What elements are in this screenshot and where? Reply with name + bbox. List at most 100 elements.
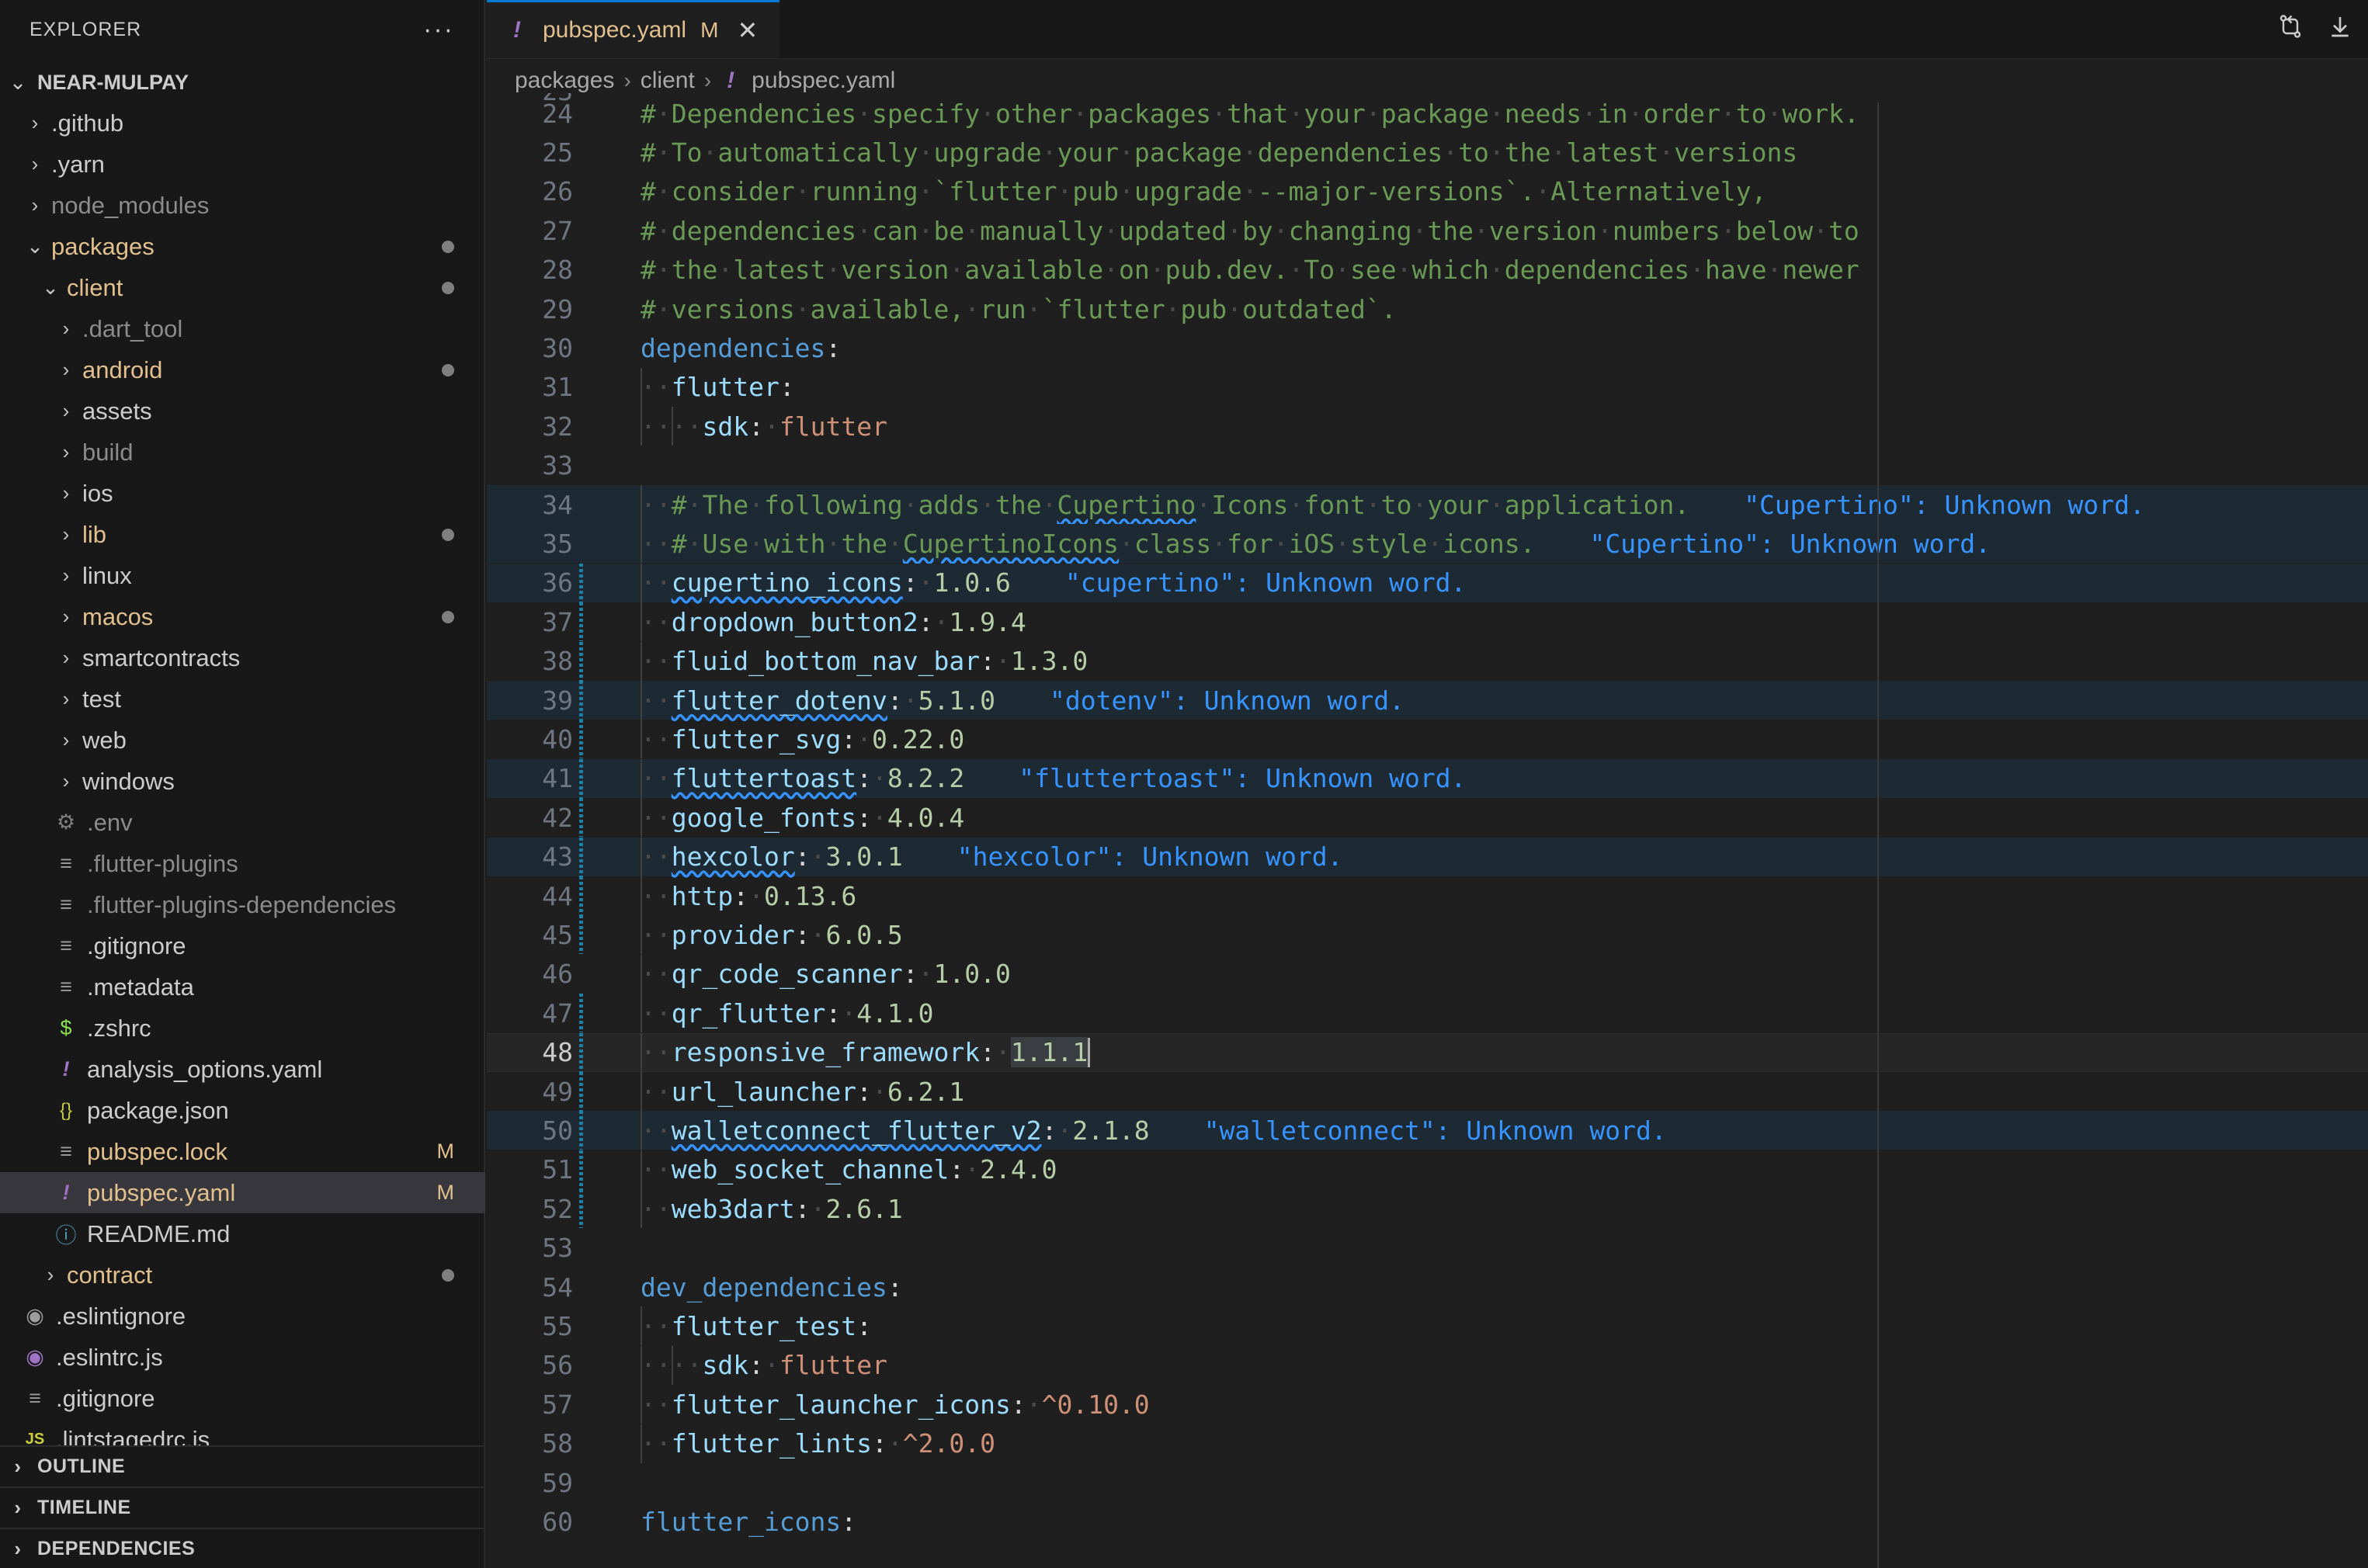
- code-line[interactable]: 37 ·· dropdown_button2: · 1.9.4: [487, 602, 2368, 642]
- tree-item[interactable]: › node_modules: [0, 185, 485, 226]
- code-line[interactable]: 27 # · dependencies · can · be · manually · updated…: [487, 211, 2368, 250]
- line-number: 40: [542, 723, 573, 755]
- indent-dots: ··: [641, 802, 672, 833]
- breadcrumb-item[interactable]: packages: [515, 68, 614, 94]
- code-line[interactable]: 38 ·· fluid_bottom_nav_bar: · 1.3.0: [487, 641, 2368, 681]
- tree-item[interactable]: › windows: [0, 761, 485, 802]
- tree-item[interactable]: › lib: [0, 514, 485, 555]
- code-line[interactable]: 59: [487, 1463, 2368, 1502]
- indent-dots: ··: [641, 1193, 672, 1224]
- tree-item[interactable]: ⌄ client: [0, 267, 485, 308]
- tree-item[interactable]: › macos: [0, 596, 485, 637]
- tree-item[interactable]: JS .lintstagedrc.js: [0, 1419, 485, 1446]
- code-line[interactable]: 43 ·· hexcolor: · 3.0.1 "hexcolor": Unknown w…: [487, 837, 2368, 876]
- code-line[interactable]: 54 dev_dependencies:: [487, 1268, 2368, 1306]
- code-token: following: [763, 489, 903, 520]
- tree-item[interactable]: ≡ .gitignore: [0, 925, 485, 966]
- tree-item[interactable]: {} package.json: [0, 1090, 485, 1131]
- explorer-sidebar: EXPLORER ··· ⌄ NEAR-MULPAY › .github › .yar…: [0, 0, 485, 1568]
- code-line[interactable]: 26 # · consider · running · `flutter · pub · upgrad…: [487, 172, 2368, 211]
- gutter: [573, 1150, 590, 1189]
- code-line[interactable]: 47 ·· qr_flutter: · 4.1.0: [487, 994, 2368, 1033]
- tree-item[interactable]: ⓘ README.md: [0, 1213, 485, 1254]
- code-token: To: [671, 137, 703, 168]
- gear-icon: ⚙: [56, 810, 76, 834]
- tree-item[interactable]: ≡ pubspec.lock M: [0, 1131, 485, 1172]
- tree-item[interactable]: ≡ .flutter-plugins-dependencies: [0, 884, 485, 925]
- tree-item[interactable]: › web: [0, 720, 485, 761]
- tree-item[interactable]: › linux: [0, 555, 485, 596]
- tree-item[interactable]: › android: [0, 349, 485, 390]
- tree-item[interactable]: › .github: [0, 102, 485, 144]
- tree-item[interactable]: › .dart_tool: [0, 308, 485, 349]
- tree-item[interactable]: ≡ .metadata: [0, 966, 485, 1008]
- code-line[interactable]: 50 ·· walletconnect_flutter_v2: · 2.1.8 "wall…: [487, 1111, 2368, 1150]
- code-token: be: [933, 215, 965, 246]
- code-line[interactable]: 51 ·· web_socket_channel: · 2.4.0: [487, 1150, 2368, 1189]
- compare-changes-icon[interactable]: [2276, 12, 2304, 47]
- code-line[interactable]: 58 ·· flutter_lints: · ^2.0.0: [487, 1424, 2368, 1463]
- breadcrumb-item[interactable]: client: [641, 68, 695, 94]
- code-line[interactable]: 42 ·· google_fonts: · 4.0.4: [487, 798, 2368, 838]
- code-line[interactable]: 31 ·· flutter:: [487, 367, 2368, 407]
- tree-item[interactable]: ◉ .eslintignore: [0, 1296, 485, 1337]
- workspace-root[interactable]: ⌄ NEAR-MULPAY: [0, 62, 485, 103]
- modified-badge: M: [436, 1140, 455, 1163]
- tree-item[interactable]: ⚙ .env: [0, 802, 485, 843]
- code-line[interactable]: 29 # · versions · available, · run · `flutter · pub…: [487, 290, 2368, 328]
- tree-item[interactable]: › assets: [0, 390, 485, 432]
- section-dependencies[interactable]: › DEPENDENCIES: [0, 1528, 485, 1568]
- code-line[interactable]: 46 ·· qr_code_scanner: · 1.0.0: [487, 954, 2368, 994]
- code-line[interactable]: 25 # · To · automatically · upgrade · your · packag…: [487, 133, 2368, 172]
- gutter: [573, 290, 590, 328]
- breadcrumb-item[interactable]: pubspec.yaml: [752, 68, 895, 94]
- tree-item[interactable]: $ .zshrc: [0, 1008, 485, 1049]
- code-line[interactable]: 30 dependencies:: [487, 328, 2368, 367]
- tree-item[interactable]: › build: [0, 432, 485, 473]
- code-line[interactable]: 60 flutter_icons:: [487, 1502, 2368, 1541]
- yaml-key: fluid_bottom_nav_bar: [671, 646, 981, 677]
- close-icon[interactable]: ✕: [737, 16, 758, 45]
- tree-item[interactable]: ≡ .flutter-plugins: [0, 843, 485, 884]
- tab-pubspec-yaml[interactable]: ! pubspec.yaml M ✕: [487, 0, 780, 58]
- tree-item[interactable]: › test: [0, 678, 485, 720]
- code-line[interactable]: 33: [487, 446, 2368, 485]
- code-line[interactable]: 35 ·· # · Use · with · the · CupertinoIcons · class ·…: [487, 524, 2368, 564]
- code-line[interactable]: 52 ·· web3dart: · 2.6.1: [487, 1189, 2368, 1229]
- download-icon[interactable]: [2328, 14, 2352, 46]
- code-line[interactable]: 28 # · the · latest · version · available · on · pub.…: [487, 251, 2368, 290]
- code-line[interactable]: 45 ·· provider: · 6.0.5: [487, 915, 2368, 955]
- yaml-value: 6.0.5: [825, 919, 903, 950]
- code-line[interactable]: 24 # · Dependencies · specify · other · packages ·…: [487, 102, 2368, 133]
- tree-item[interactable]: ! analysis_options.yaml: [0, 1049, 485, 1090]
- code-line[interactable]: 56 ·· ·· sdk: · flutter: [487, 1345, 2368, 1385]
- code-line[interactable]: 44 ·· http: · 0.13.6: [487, 876, 2368, 915]
- code-line[interactable]: 34 ·· # · The · following · adds · the · Cupertino · I…: [487, 485, 2368, 524]
- tree-item[interactable]: ◉ .eslintrc.js: [0, 1337, 485, 1378]
- tree-item[interactable]: ⌄ packages: [0, 226, 485, 267]
- section-timeline[interactable]: › TIMELINE: [0, 1486, 485, 1528]
- code-line[interactable]: 40 ·· flutter_svg: · 0.22.0: [487, 720, 2368, 759]
- code-line[interactable]: 55 ·· flutter_test:: [487, 1306, 2368, 1346]
- code-line[interactable]: 32 ·· ·· sdk: · flutter: [487, 407, 2368, 446]
- code-line[interactable]: 49 ·· url_launcher: · 6.2.1: [487, 1072, 2368, 1111]
- tree-item[interactable]: › .yarn: [0, 144, 485, 185]
- code-line[interactable]: 41 ·· fluttertoast: · 8.2.2 "fluttertoast": U…: [487, 758, 2368, 798]
- tree-item[interactable]: › ios: [0, 473, 485, 514]
- section-outline[interactable]: › OUTLINE: [0, 1445, 485, 1486]
- code-area[interactable]: 24 # · Dependencies · specify · other · packages ·…: [487, 102, 2368, 1568]
- yaml-value: 1.0.6: [933, 567, 1011, 598]
- code-token: manually: [980, 215, 1104, 246]
- code-line[interactable]: 57 ·· flutter_launcher_icons: · ^0.10.0: [487, 1385, 2368, 1424]
- whitespace-dot: ·: [717, 255, 734, 286]
- tree-item[interactable]: › smartcontracts: [0, 637, 485, 678]
- code-line[interactable]: 53: [487, 1229, 2368, 1268]
- tree-item[interactable]: ≡ .gitignore: [0, 1378, 485, 1419]
- tree-item[interactable]: › contract: [0, 1254, 485, 1296]
- code-line[interactable]: 48 ·· responsive_framework: · 1.1.1: [487, 1032, 2368, 1072]
- more-actions-icon[interactable]: ···: [423, 15, 454, 45]
- code-line[interactable]: 36 ·· cupertino_icons: · 1.0.6 "cupertino": U…: [487, 563, 2368, 602]
- line-content: ·· cupertino_icons: · 1.0.6 "cupertino": Unk…: [590, 563, 1466, 602]
- code-line[interactable]: 39 ·· flutter_dotenv: · 5.1.0 "dotenv": Unkno…: [487, 681, 2368, 720]
- tree-item[interactable]: ! pubspec.yaml M: [0, 1172, 485, 1213]
